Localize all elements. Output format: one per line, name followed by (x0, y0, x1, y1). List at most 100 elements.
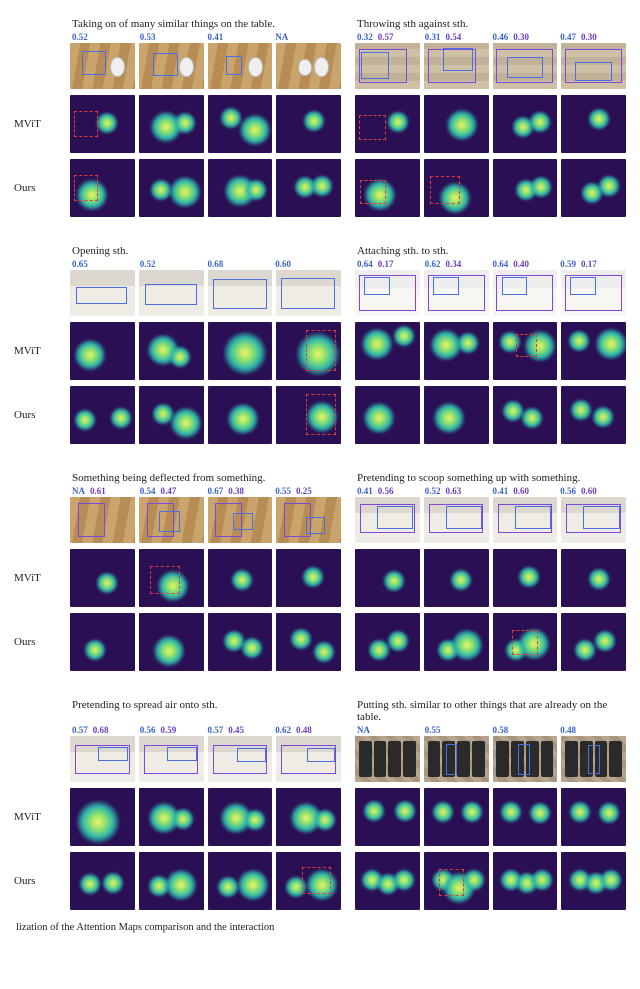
heatmap-cell (424, 852, 489, 910)
heatmap-cell (276, 95, 341, 153)
score-value: 0.48 (296, 725, 312, 735)
heatmap-cell (139, 386, 204, 444)
row-label-ours: Ours (14, 613, 56, 671)
heatmap-cell (493, 788, 558, 846)
score-value: 0.68 (208, 259, 224, 269)
score-value: 0.64 (357, 259, 373, 269)
video-frame (355, 736, 420, 782)
row-label-mvit: MViT (14, 322, 56, 380)
score-value: 0.52 (140, 259, 156, 269)
video-frame (561, 497, 626, 543)
row-label-ours: Ours (14, 159, 56, 217)
heatmap-cell (139, 549, 204, 607)
video-frame (424, 43, 489, 89)
video-frame (139, 497, 204, 543)
score-value: 0.56 (378, 486, 394, 496)
video-frame (424, 736, 489, 782)
score-value: 0.32 (357, 32, 373, 42)
video-frame (276, 270, 341, 316)
video-frame (208, 736, 273, 782)
heatmap-cell (208, 613, 273, 671)
score-value: 0.53 (140, 32, 156, 42)
heatmap-strip (70, 852, 341, 910)
score-value: 0.67 (208, 486, 224, 496)
heatmap-strip (355, 788, 626, 846)
score-value: 0.60 (513, 486, 529, 496)
video-frame (355, 43, 420, 89)
score-row: 0.65 0.52 0.68 0.60 (70, 259, 341, 269)
video-frame (424, 497, 489, 543)
video-frame (139, 736, 204, 782)
score-row: 0.320.57 0.310.54 0.460.30 0.470.30 (355, 32, 626, 42)
video-frame (276, 736, 341, 782)
score-row: NA0.61 0.540.47 0.670.38 0.550.25 (70, 486, 341, 496)
heatmap-cell (424, 322, 489, 380)
heatmap-cell (424, 788, 489, 846)
heatmap-cell (355, 95, 420, 153)
heatmap-cell (561, 159, 626, 217)
heatmap-cell (70, 159, 135, 217)
heatmap-strip (355, 613, 626, 671)
score-value: 0.55 (425, 725, 441, 735)
score-value: 0.40 (513, 259, 529, 269)
heatmap-cell (424, 386, 489, 444)
thumbnail-strip (355, 270, 626, 316)
video-frame (493, 736, 558, 782)
example-title: Attaching sth. to sth. (355, 245, 626, 259)
score-value: 0.60 (275, 259, 291, 269)
score-value: 0.59 (560, 259, 576, 269)
heatmap-cell (493, 322, 558, 380)
heatmap-cell (355, 613, 420, 671)
score-value: 0.56 (560, 486, 576, 496)
score-value: 0.62 (425, 259, 441, 269)
score-value: 0.57 (72, 725, 88, 735)
heatmap-cell (276, 386, 341, 444)
score-value: 0.60 (581, 486, 597, 496)
example-title: Pretending to spread air onto sth. (70, 699, 341, 725)
heatmap-cell (276, 852, 341, 910)
heatmap-cell (139, 95, 204, 153)
heatmap-cell (70, 613, 135, 671)
row-label-ours: Ours (14, 386, 56, 444)
heatmap-cell (70, 788, 135, 846)
score-value: 0.58 (493, 725, 509, 735)
heatmap-cell (276, 788, 341, 846)
heatmap-cell (208, 322, 273, 380)
score-value: 0.59 (161, 725, 177, 735)
video-frame (561, 43, 626, 89)
heatmap-cell (139, 613, 204, 671)
heatmap-strip (355, 159, 626, 217)
score-row: NA 0.55 0.58 0.48 (355, 725, 626, 735)
score-value: 0.61 (90, 486, 106, 496)
heatmap-cell (276, 549, 341, 607)
heatmap-cell (355, 549, 420, 607)
score-value: 0.48 (560, 725, 576, 735)
thumbnail-strip (355, 497, 626, 543)
heatmap-cell (561, 549, 626, 607)
heatmap-cell (561, 788, 626, 846)
row-label-mvit: MViT (14, 549, 56, 607)
score-value: 0.41 (493, 486, 509, 496)
heatmap-strip (70, 788, 341, 846)
example-title: Something being deflected from something… (70, 472, 341, 486)
score-value: 0.17 (378, 259, 394, 269)
heatmap-strip (355, 386, 626, 444)
score-value: 0.62 (275, 725, 291, 735)
heatmap-cell (208, 788, 273, 846)
heatmap-strip (70, 386, 341, 444)
heatmap-cell (493, 852, 558, 910)
score-value: 0.52 (72, 32, 88, 42)
heatmap-cell (276, 159, 341, 217)
video-frame (493, 497, 558, 543)
score-value: NA (275, 32, 288, 42)
video-frame (355, 497, 420, 543)
heatmap-strip (70, 613, 341, 671)
thumbnail-strip (70, 270, 341, 316)
heatmap-cell (355, 386, 420, 444)
score-value: 0.54 (446, 32, 462, 42)
heatmap-strip (355, 852, 626, 910)
heatmap-cell (355, 788, 420, 846)
video-frame (493, 43, 558, 89)
heatmap-cell (70, 852, 135, 910)
heatmap-strip (355, 322, 626, 380)
